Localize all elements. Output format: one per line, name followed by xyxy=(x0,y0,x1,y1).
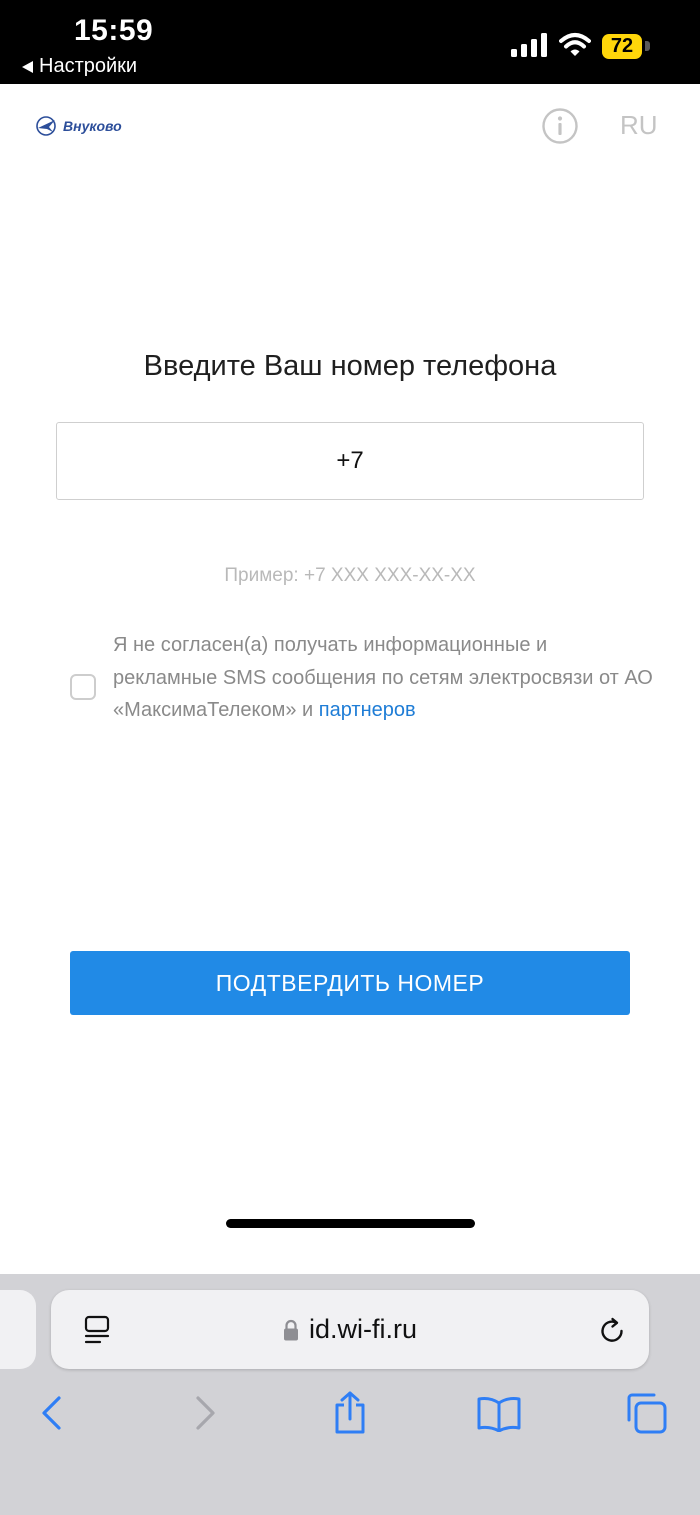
plane-logo-icon xyxy=(36,116,56,136)
status-time: 15:59 xyxy=(74,14,154,47)
reload-icon[interactable] xyxy=(597,1316,627,1346)
url-text: id.wi-fi.ru xyxy=(308,1314,417,1344)
confirm-number-button[interactable]: ПОДТВЕРДИТЬ НОМЕР xyxy=(70,951,630,1015)
browser-toolbar: id.wi-fi.ru xyxy=(0,1274,700,1515)
back-to-settings-label: Настройки xyxy=(39,55,138,77)
forward-icon[interactable] xyxy=(192,1395,218,1431)
logo-text: Внуково xyxy=(63,118,122,134)
wifi-icon xyxy=(559,33,591,56)
back-to-settings-link[interactable]: Настройки xyxy=(22,55,137,78)
phone-format-hint: Пример: +7 XXX XXX-XX-XX xyxy=(224,565,476,586)
address-bar[interactable]: id.wi-fi.ru xyxy=(51,1290,649,1369)
share-icon[interactable] xyxy=(332,1390,368,1436)
language-switch[interactable]: RU xyxy=(620,110,658,141)
previous-tab-card[interactable] xyxy=(0,1290,36,1369)
battery-level: 72 xyxy=(610,35,634,57)
lock-icon xyxy=(283,1319,298,1340)
phone-input[interactable] xyxy=(56,422,644,500)
info-circle-icon[interactable] xyxy=(541,107,579,145)
back-icon[interactable] xyxy=(39,1395,65,1431)
bookmarks-icon[interactable] xyxy=(476,1396,522,1432)
page-title: Введите Ваш номер телефона xyxy=(143,350,557,382)
home-indicator xyxy=(226,1219,475,1228)
battery-indicator: 72 xyxy=(602,34,642,59)
sms-consent-text: Я не согласен(а) получать информационные… xyxy=(113,629,653,727)
status-bar: 15:59 Настройки 72 xyxy=(0,0,700,84)
battery-tip xyxy=(645,41,650,51)
url-display: id.wi-fi.ru xyxy=(51,1290,649,1369)
tabs-icon[interactable] xyxy=(623,1392,669,1436)
sms-consent-checkbox[interactable] xyxy=(70,674,96,700)
cellular-signal-icon xyxy=(511,33,547,57)
vnukovo-logo: Внуково xyxy=(35,116,122,136)
back-arrow-icon xyxy=(22,60,33,73)
partners-link[interactable]: партнеров xyxy=(319,699,416,721)
